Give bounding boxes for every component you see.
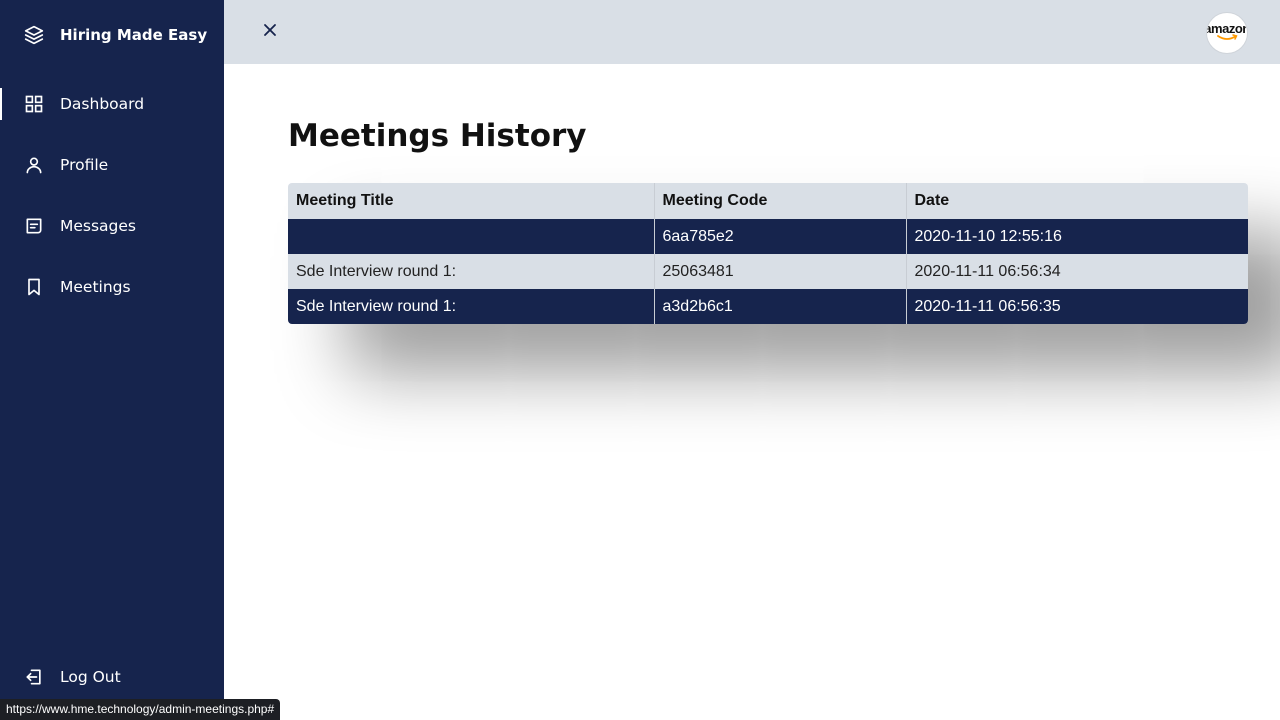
close-icon — [260, 20, 280, 40]
sidebar-item-messages[interactable]: Messages — [0, 206, 224, 246]
message-icon — [24, 216, 44, 236]
user-icon — [24, 155, 44, 175]
smile-arrow-icon — [1217, 33, 1238, 40]
column-header-code[interactable]: Meeting Code — [654, 183, 907, 219]
sidebar: Hiring Made Easy Dashboard Profile Messa… — [0, 0, 224, 720]
bookmark-icon — [24, 277, 44, 297]
status-bar-url: https://www.hme.technology/admin-meeting… — [0, 699, 281, 720]
sidebar-item-label: Dashboard — [60, 95, 145, 113]
topbar: amazon — [224, 0, 1280, 64]
brand[interactable]: Hiring Made Easy — [24, 22, 207, 48]
cell-date: 2020-11-11 06:56:35 — [906, 289, 1248, 324]
cell-meeting-code: 25063481 — [654, 254, 907, 289]
avatar[interactable]: amazon — [1206, 12, 1248, 54]
cell-meeting-code: a3d2b6c1 — [654, 289, 907, 324]
column-header-date[interactable]: Date — [906, 183, 1248, 219]
logout-button[interactable]: Log Out — [0, 657, 224, 697]
page-title: Meetings History — [288, 118, 587, 154]
sidebar-item-meetings[interactable]: Meetings — [0, 267, 224, 307]
close-button[interactable] — [258, 18, 282, 42]
logout-icon — [24, 667, 44, 687]
sidebar-item-label: Messages — [60, 217, 137, 235]
brand-name: Hiring Made Easy — [60, 26, 208, 44]
cell-meeting-code: 6aa785e2 — [654, 219, 907, 254]
sidebar-item-label: Meetings — [60, 278, 131, 296]
cell-date: 2020-11-11 06:56:34 — [906, 254, 1248, 289]
grid-icon — [24, 94, 44, 114]
logout-label: Log Out — [60, 668, 121, 686]
layers-icon — [24, 25, 44, 45]
cell-date: 2020-11-10 12:55:16 — [906, 219, 1248, 254]
cell-meeting-title: Sde Interview round 1: — [288, 254, 655, 289]
column-header-title[interactable]: Meeting Title — [288, 183, 655, 219]
meetings-table: Meeting Title Meeting Code Date 6aa785e2… — [288, 183, 1248, 324]
table-row[interactable]: 6aa785e2 2020-11-10 12:55:16 — [288, 219, 1248, 254]
sidebar-item-label: Profile — [60, 156, 109, 174]
cell-meeting-title: Sde Interview round 1: — [288, 289, 655, 324]
sidebar-item-profile[interactable]: Profile — [0, 145, 224, 185]
table-row[interactable]: Sde Interview round 1: 25063481 2020-11-… — [288, 254, 1248, 289]
table-row[interactable]: Sde Interview round 1: a3d2b6c1 2020-11-… — [288, 289, 1248, 324]
table-header-row: Meeting Title Meeting Code Date — [288, 183, 1248, 219]
cell-meeting-title — [288, 219, 655, 254]
sidebar-item-dashboard[interactable]: Dashboard — [0, 84, 224, 124]
